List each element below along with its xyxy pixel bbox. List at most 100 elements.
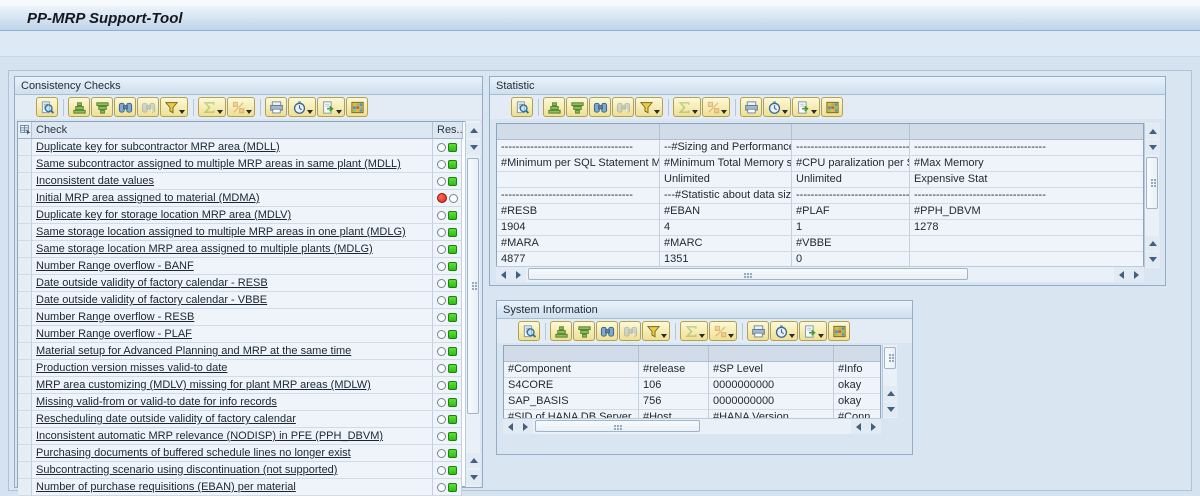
total-button[interactable] — [198, 97, 226, 117]
details-button[interactable] — [518, 321, 540, 341]
total-button[interactable] — [673, 97, 701, 117]
statistic-vertical-scrollbar[interactable] — [1144, 123, 1160, 268]
sysinfo-column-header[interactable] — [639, 346, 709, 362]
check-link[interactable]: Inconsistent date values — [36, 175, 154, 187]
sysinfo-column-header[interactable] — [709, 346, 834, 362]
find-next-button[interactable] — [137, 97, 159, 117]
scroll-up-button[interactable] — [466, 123, 481, 138]
scrollbar-thumb[interactable] — [528, 268, 968, 280]
check-link[interactable]: Number Range overflow - BANF — [36, 260, 194, 272]
views-button[interactable] — [770, 321, 798, 341]
scroll-up-button[interactable] — [883, 386, 898, 401]
statistic-column-header[interactable] — [792, 124, 910, 140]
row-select-cell[interactable] — [18, 275, 32, 292]
set-filter-button[interactable] — [642, 321, 670, 341]
row-select-cell[interactable] — [18, 462, 32, 479]
sort-descending-button[interactable] — [573, 321, 595, 341]
views-button[interactable] — [763, 97, 791, 117]
check-link[interactable]: Material setup for Advanced Planning and… — [36, 345, 351, 357]
row-select-cell[interactable] — [18, 445, 32, 462]
scroll-up-button[interactable] — [1145, 124, 1160, 139]
details-button[interactable] — [36, 97, 58, 117]
subtotal-button[interactable] — [227, 97, 255, 117]
export-button[interactable] — [792, 97, 820, 117]
scrollbar-thumb[interactable] — [535, 420, 700, 432]
row-select-cell[interactable] — [18, 309, 32, 326]
row-select-cell[interactable] — [18, 394, 32, 411]
subtotal-button[interactable] — [709, 321, 737, 341]
scroll-right-button[interactable] — [1129, 267, 1144, 282]
result-column-header[interactable]: Res... — [433, 122, 463, 139]
check-link[interactable]: MRP area customizing (MDLV) missing for … — [36, 379, 371, 391]
sysinfo-horizontal-scrollbar[interactable] — [503, 418, 881, 434]
scrollbar-thumb[interactable] — [1146, 157, 1158, 209]
sysinfo-column-header[interactable] — [834, 346, 880, 362]
row-select-cell[interactable] — [18, 479, 32, 496]
scroll-down-button[interactable] — [1145, 252, 1160, 267]
scroll-down-button[interactable] — [1145, 140, 1160, 155]
sort-ascending-button[interactable] — [550, 321, 572, 341]
find-button[interactable] — [589, 97, 611, 117]
check-link[interactable]: Same storage location MRP area assigned … — [36, 243, 373, 255]
row-select-cell[interactable] — [18, 411, 32, 428]
row-select-cell[interactable] — [18, 360, 32, 377]
sort-descending-button[interactable] — [91, 97, 113, 117]
set-filter-button[interactable] — [160, 97, 188, 117]
row-select-cell[interactable] — [18, 139, 32, 156]
set-filter-button[interactable] — [635, 97, 663, 117]
scrollbar-track[interactable] — [533, 419, 851, 434]
find-button[interactable] — [114, 97, 136, 117]
check-link[interactable]: Subcontracting scenario using discontinu… — [36, 464, 337, 476]
row-select-cell[interactable] — [18, 258, 32, 275]
scroll-left-button[interactable] — [851, 419, 866, 434]
details-button[interactable] — [511, 97, 533, 117]
checks-vertical-scrollbar[interactable] — [465, 121, 481, 487]
row-select-cell[interactable] — [18, 190, 32, 207]
check-column-header[interactable]: Check — [32, 122, 433, 139]
check-link[interactable]: Same storage location assigned to multip… — [36, 226, 406, 238]
check-link[interactable]: Purchasing documents of buffered schedul… — [36, 447, 351, 459]
scroll-left-button[interactable] — [496, 267, 511, 282]
check-link[interactable]: Same subcontractor assigned to multiple … — [36, 158, 401, 170]
statistic-column-header[interactable] — [660, 124, 792, 140]
scroll-right-button[interactable] — [518, 419, 533, 434]
scrollbar-track[interactable] — [526, 267, 1114, 282]
scroll-down-button[interactable] — [883, 402, 898, 417]
choose-layout-button[interactable] — [346, 97, 368, 117]
sort-ascending-button[interactable] — [543, 97, 565, 117]
find-next-button[interactable] — [619, 321, 641, 341]
statistic-horizontal-scrollbar[interactable] — [496, 266, 1144, 282]
export-button[interactable] — [799, 321, 827, 341]
scroll-up-button[interactable] — [1145, 236, 1160, 251]
scrollbar-thumb[interactable] — [467, 158, 479, 414]
subtotal-button[interactable] — [702, 97, 730, 117]
row-select-cell[interactable] — [18, 207, 32, 224]
row-select-cell[interactable] — [18, 428, 32, 445]
check-link[interactable]: Date outside validity of factory calenda… — [36, 294, 267, 306]
scroll-down-button[interactable] — [466, 470, 481, 485]
print-button[interactable] — [740, 97, 762, 117]
statistic-column-header[interactable] — [910, 124, 1143, 140]
scroll-right-button[interactable] — [866, 419, 881, 434]
choose-layout-button[interactable] — [821, 97, 843, 117]
check-link[interactable]: Initial MRP area assigned to material (M… — [36, 192, 260, 204]
find-button[interactable] — [596, 321, 618, 341]
scrollbar-thumb[interactable] — [884, 347, 896, 369]
total-button[interactable] — [680, 321, 708, 341]
check-link[interactable]: Duplicate key for storage location MRP a… — [36, 209, 291, 221]
choose-layout-button[interactable] — [828, 321, 850, 341]
row-select-cell[interactable] — [18, 156, 32, 173]
check-link[interactable]: Missing valid-from or valid-to date for … — [36, 396, 277, 408]
scroll-right-button[interactable] — [511, 267, 526, 282]
sysinfo-vertical-scrollbar[interactable] — [882, 345, 898, 418]
row-select-cell[interactable] — [18, 292, 32, 309]
scroll-down-button[interactable] — [466, 140, 481, 155]
row-select-cell[interactable] — [18, 173, 32, 190]
statistic-column-header[interactable] — [497, 124, 660, 140]
sort-descending-button[interactable] — [566, 97, 588, 117]
check-link[interactable]: Number Range overflow - PLAF — [36, 328, 192, 340]
check-link[interactable]: Rescheduling date outside validity of fa… — [36, 413, 296, 425]
check-link[interactable]: Duplicate key for subcontractor MRP area… — [36, 141, 280, 153]
sort-ascending-button[interactable] — [68, 97, 90, 117]
scroll-up-button[interactable] — [466, 453, 481, 468]
